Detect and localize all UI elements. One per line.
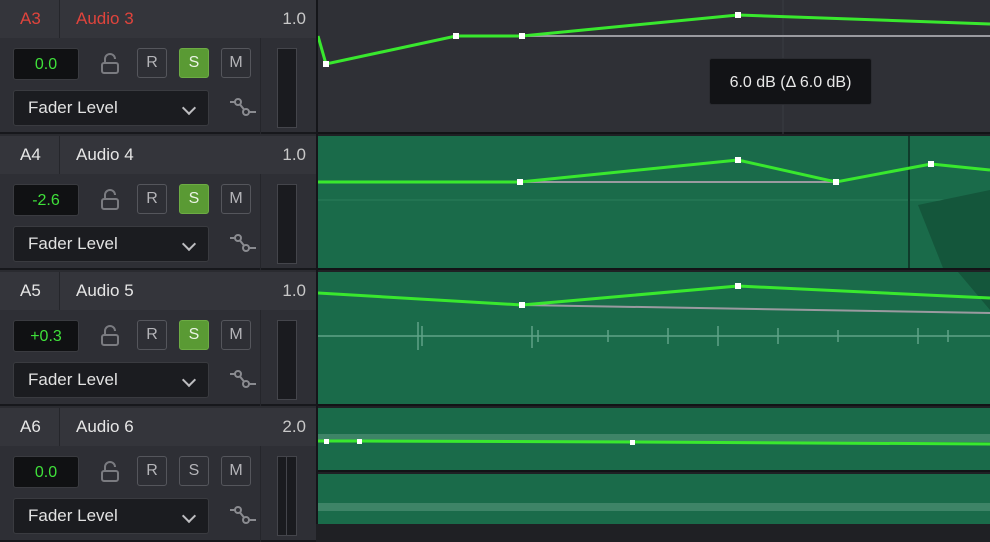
level-meter	[277, 456, 297, 536]
solo-button[interactable]: S	[179, 48, 209, 78]
chevron-down-icon	[181, 508, 197, 524]
lock-icon[interactable]	[100, 460, 120, 484]
lock-icon[interactable]	[100, 188, 120, 212]
waveform-shape	[958, 272, 990, 310]
solo-button[interactable]: S	[179, 320, 209, 350]
keyframe	[735, 12, 741, 18]
track-header-bar: A5 Audio 5 1.0	[0, 272, 316, 310]
lock-icon[interactable]	[100, 324, 120, 348]
track-header-a5[interactable]: A5 Audio 5 1.0 +0.3 R S M Fader Level	[0, 272, 316, 406]
track-id: A4	[0, 136, 60, 174]
level-meter	[277, 184, 297, 264]
solo-button[interactable]: S	[179, 456, 209, 486]
track-header-bar: A3 Audio 3 1.0	[0, 0, 316, 38]
level-meter	[277, 48, 297, 128]
keyframe	[519, 33, 525, 39]
track-header-a6[interactable]: A6 Audio 6 2.0 0.0 R S M Fader Level	[0, 408, 316, 542]
solo-button[interactable]: S	[179, 184, 209, 214]
mute-button[interactable]: M	[221, 320, 251, 350]
automation-curve-a5	[318, 284, 990, 307]
track-name[interactable]: Audio 4	[76, 136, 134, 174]
dropdown-label: Fader Level	[28, 98, 118, 117]
keyframe	[630, 440, 635, 445]
keyframe-value-tooltip: 6.0 dB (Δ 6.0 dB)	[709, 58, 872, 105]
keyframe	[357, 439, 362, 444]
mute-button[interactable]: M	[221, 456, 251, 486]
keyframe-automation-icon[interactable]	[228, 230, 258, 254]
audio-editor: A3 Audio 3 1.0 0.0 R S M Fader Level A4 …	[0, 0, 990, 542]
track-name[interactable]: Audio 5	[76, 272, 134, 310]
track-volume: 1.0	[282, 281, 306, 300]
track-header-a4[interactable]: A4 Audio 4 1.0 -2.6 R S M Fader Level	[0, 136, 316, 270]
record-arm-button[interactable]: R	[137, 456, 167, 486]
lock-icon[interactable]	[100, 52, 120, 76]
track-volume: 1.0	[282, 9, 306, 28]
keyframe	[323, 61, 329, 67]
fader-level-field[interactable]: 0.0	[13, 456, 79, 488]
automation-parameter-dropdown[interactable]: Fader Level	[13, 90, 209, 126]
level-meter	[277, 320, 297, 400]
dropdown-label: Fader Level	[28, 234, 118, 253]
automation-parameter-dropdown[interactable]: Fader Level	[13, 498, 209, 534]
track-id: A6	[0, 408, 60, 446]
keyframe	[453, 33, 459, 39]
record-arm-button[interactable]: R	[137, 320, 167, 350]
keyframe-automation-icon[interactable]	[228, 502, 258, 526]
keyframe	[735, 283, 741, 289]
record-arm-button[interactable]: R	[137, 48, 167, 78]
divider	[260, 310, 261, 406]
dropdown-label: Fader Level	[28, 506, 118, 525]
chevron-down-icon	[181, 100, 197, 116]
chevron-down-icon	[181, 236, 197, 252]
record-arm-button[interactable]: R	[137, 184, 167, 214]
automation-parameter-dropdown[interactable]: Fader Level	[13, 226, 209, 262]
mute-button[interactable]: M	[221, 48, 251, 78]
track-header-bar: A4 Audio 4 1.0	[0, 136, 316, 174]
track-header-bar: A6 Audio 6 2.0	[0, 408, 316, 446]
waveform-a6-bottom	[318, 503, 990, 511]
keyframe	[928, 161, 934, 167]
mute-button[interactable]: M	[221, 184, 251, 214]
track-name[interactable]: Audio 6	[76, 408, 134, 446]
track-id: A3	[0, 0, 60, 38]
dropdown-label: Fader Level	[28, 370, 118, 389]
divider	[260, 38, 261, 134]
keyframe	[833, 179, 839, 185]
fader-level-field[interactable]: 0.0	[13, 48, 79, 80]
automation-parameter-dropdown[interactable]: Fader Level	[13, 362, 209, 398]
track-name[interactable]: Audio 3	[76, 0, 134, 38]
track-volume: 2.0	[282, 417, 306, 436]
automation-curve-a3	[318, 13, 990, 66]
keyframe-automation-icon[interactable]	[228, 366, 258, 390]
track-header-a3[interactable]: A3 Audio 3 1.0 0.0 R S M Fader Level	[0, 0, 316, 134]
waveform-shape	[918, 190, 990, 268]
automation-baseline	[521, 304, 990, 314]
fader-level-field[interactable]: +0.3	[13, 320, 79, 352]
automation-curve-a4	[318, 158, 990, 184]
chevron-down-icon	[181, 372, 197, 388]
fader-level-field[interactable]: -2.6	[13, 184, 79, 216]
keyframe	[735, 157, 741, 163]
keyframe	[324, 439, 329, 444]
keyframe-automation-icon[interactable]	[228, 94, 258, 118]
waveform-a5	[318, 322, 990, 350]
automation-overlay[interactable]	[318, 0, 990, 524]
timeline-area[interactable]	[318, 0, 990, 524]
track-id: A5	[0, 272, 60, 310]
keyframe	[517, 179, 523, 185]
divider	[260, 446, 261, 542]
track-volume: 1.0	[282, 145, 306, 164]
track-headers-panel: A3 Audio 3 1.0 0.0 R S M Fader Level A4 …	[0, 0, 316, 542]
divider	[260, 174, 261, 270]
keyframe	[519, 302, 525, 308]
